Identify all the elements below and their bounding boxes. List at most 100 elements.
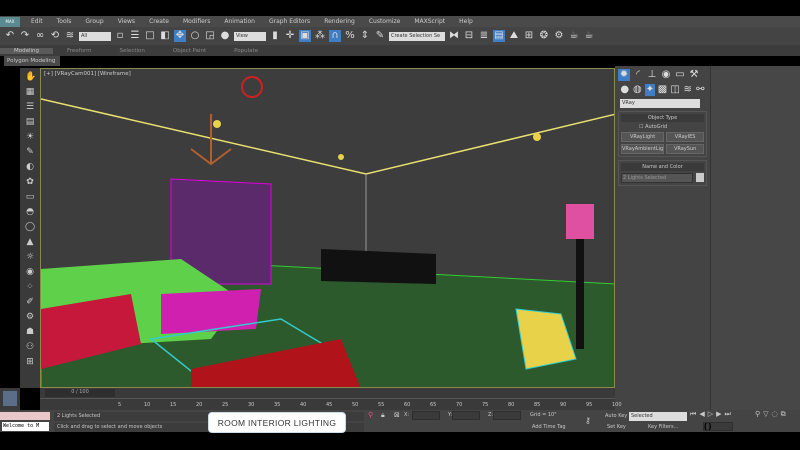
ref-coord-dropdown[interactable]: View	[234, 31, 266, 41]
auto-key-button[interactable]: Auto Key	[605, 413, 627, 419]
spacewarps-icon[interactable]: ≋	[683, 84, 693, 96]
ribbon-tab-freeform[interactable]: Freeform	[53, 48, 106, 54]
select-scale-icon[interactable]: ◲	[204, 30, 216, 42]
systems-icon[interactable]: ⚯	[695, 84, 705, 96]
ribbon-tab-populate[interactable]: Populate	[220, 48, 272, 54]
pivot-center-icon[interactable]: ▮	[269, 30, 281, 42]
left-tool-16-icon[interactable]: ⚙	[25, 312, 35, 323]
menu-maxscript[interactable]: MAXScript	[407, 18, 452, 25]
selection-filter-dropdown[interactable]: All	[79, 31, 111, 41]
left-tool-14-icon[interactable]: ⁘	[25, 282, 35, 293]
rollout-title[interactable]: Object Type	[621, 114, 704, 122]
left-tool-5-icon[interactable]: ✎	[25, 147, 35, 158]
ribbon-subpanel[interactable]: Polygon Modeling	[4, 56, 60, 66]
curve-editor-icon[interactable]: ⛰	[508, 30, 520, 42]
add-time-tag-button[interactable]: Add Time Tag	[532, 424, 566, 430]
display-tab-icon[interactable]: ▭	[674, 69, 686, 81]
align-icon[interactable]: ⊟	[463, 30, 475, 42]
viewport-label[interactable]: [+] [VRayCam001] [Wireframe]	[44, 71, 131, 77]
menu-group[interactable]: Group	[78, 18, 110, 25]
lights-icon[interactable]: ✦	[645, 84, 655, 96]
left-tool-15-icon[interactable]: ✐	[25, 297, 35, 308]
y-coord-field[interactable]	[452, 411, 480, 420]
geometry-icon[interactable]: ●	[620, 84, 630, 96]
menu-animation[interactable]: Animation	[217, 18, 262, 25]
shapes-icon[interactable]: ◍	[633, 84, 643, 96]
spinner-snap-icon[interactable]: ⇕	[359, 30, 371, 42]
left-tool-17-icon[interactable]: ☗	[25, 327, 35, 338]
time-slider[interactable]: 0 / 100	[40, 388, 615, 398]
play-icon[interactable]: ▷	[708, 410, 713, 419]
light-type-dropdown[interactable]: VRay	[620, 99, 700, 108]
orbit-icon[interactable]: ◌	[772, 410, 778, 419]
modify-tab-icon[interactable]: ◜	[632, 69, 644, 81]
menu-tools[interactable]: Tools	[50, 18, 79, 25]
menu-rendering[interactable]: Rendering	[317, 18, 362, 25]
left-tool-4-icon[interactable]: ☀	[25, 132, 35, 143]
viewport-layout-button[interactable]	[0, 388, 20, 410]
select-by-name-icon[interactable]: ☰	[129, 30, 141, 42]
cameras-icon[interactable]: ▩	[658, 84, 668, 96]
go-to-start-icon[interactable]: ⏮	[690, 410, 696, 419]
menu-help[interactable]: Help	[452, 18, 480, 25]
rect-selection-icon[interactable]: □	[144, 30, 156, 42]
percent-snap-icon[interactable]: %	[344, 30, 356, 42]
select-move-icon[interactable]: ✥	[174, 30, 186, 42]
menu-customize[interactable]: Customize	[362, 18, 408, 25]
schematic-view-icon[interactable]: ⊞	[523, 30, 535, 42]
menu-graph-editors[interactable]: Graph Editors	[262, 18, 317, 25]
helpers-icon[interactable]: ◫	[670, 84, 680, 96]
left-tool-0-icon[interactable]: ✋	[25, 72, 36, 83]
left-tool-8-icon[interactable]: ▭	[25, 192, 35, 203]
left-tool-1-icon[interactable]: ▦	[25, 87, 35, 98]
absolute-mode-icon[interactable]: ⊠	[394, 411, 400, 419]
angle-snap-icon[interactable]: ∩	[329, 30, 341, 42]
create-tab-icon[interactable]: ✹	[618, 69, 630, 81]
maxscript-mini-listener[interactable]	[0, 412, 50, 420]
isolate-icon[interactable]: ⚲	[368, 411, 373, 419]
menu-views[interactable]: Views	[111, 18, 142, 25]
rendered-frame-icon[interactable]: ☕	[568, 30, 580, 42]
left-tool-18-icon[interactable]: ⚇	[25, 342, 35, 353]
z-coord-field[interactable]	[493, 411, 521, 420]
previous-frame-icon[interactable]: ◀	[699, 410, 704, 419]
left-tool-11-icon[interactable]: ▲	[25, 237, 35, 248]
motion-tab-icon[interactable]: ◉	[660, 69, 672, 81]
fov-icon[interactable]: ▽	[763, 410, 768, 419]
name-field[interactable]: 2 Lights Selected	[621, 173, 693, 183]
zoom-icon[interactable]: ⚲	[755, 410, 760, 419]
render-icon[interactable]: ☕	[583, 30, 595, 42]
menu-edit[interactable]: Edit	[24, 18, 50, 25]
select-place-icon[interactable]: ●	[219, 30, 231, 42]
left-tool-7-icon[interactable]: ✿	[25, 177, 35, 188]
create-vrayambientlig-button[interactable]: VRayAmbientLig	[621, 144, 665, 154]
ribbon-tab-selection[interactable]: Selection	[106, 48, 159, 54]
left-tool-13-icon[interactable]: ◉	[25, 267, 35, 278]
viewport[interactable]: [+] [VRayCam001] [Wireframe]	[40, 68, 615, 388]
next-frame-icon[interactable]: ▶	[716, 410, 721, 419]
ribbon-tab-modeling[interactable]: Modeling	[0, 47, 54, 54]
unlink-icon[interactable]: ⟲	[49, 30, 61, 42]
left-tool-10-icon[interactable]: ◯	[25, 222, 35, 233]
material-editor-icon[interactable]: ❂	[538, 30, 550, 42]
go-to-end-icon[interactable]: ⏭	[724, 410, 730, 419]
render-setup-icon[interactable]: ⚙	[553, 30, 565, 42]
time-slider-thumb[interactable]: 0 / 100	[45, 389, 115, 397]
left-tool-3-icon[interactable]: ▤	[25, 117, 35, 128]
redo-icon[interactable]: ↷	[19, 30, 31, 42]
track-bar[interactable]: 5 10 15 20 25 30 35 40 45 50 55 60 65 70 75 80 85 90 95 100	[40, 398, 622, 410]
app-logo[interactable]: MAX	[0, 16, 20, 27]
select-object-icon[interactable]: ▫	[114, 30, 126, 42]
left-tool-19-icon[interactable]: ⊞	[25, 357, 35, 368]
link-icon[interactable]: ∞	[34, 30, 46, 42]
create-vraylight-button[interactable]: VRayLight	[621, 132, 665, 142]
menu-create[interactable]: Create	[142, 18, 176, 25]
x-coord-field[interactable]	[412, 411, 440, 420]
current-frame-field[interactable]	[703, 422, 733, 431]
layer-manager-icon[interactable]: ≣	[478, 30, 490, 42]
key-filters-button[interactable]: Key Filters...	[648, 424, 678, 430]
key-icon[interactable]: ⚷	[585, 416, 591, 425]
manipulate-icon[interactable]: ✛	[284, 30, 296, 42]
rollout-title[interactable]: Name and Color	[621, 163, 704, 171]
listener-output[interactable]: Welcome to M	[2, 422, 49, 431]
